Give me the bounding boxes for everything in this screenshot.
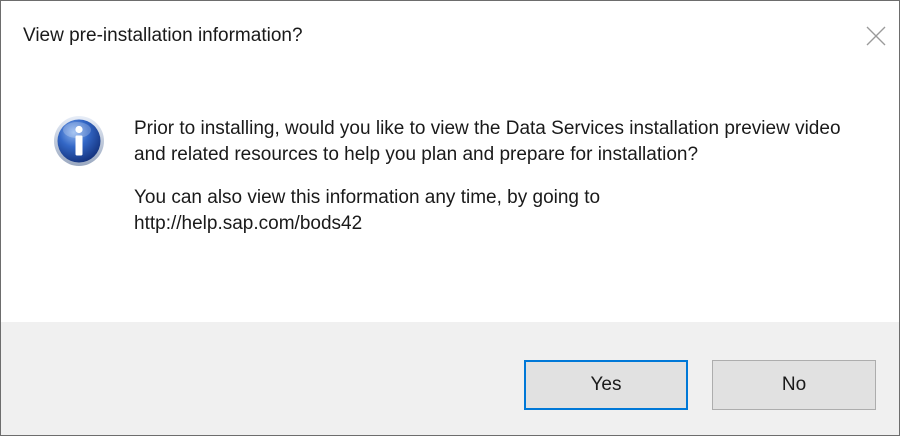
dialog-message: Prior to installing, would you like to v… [134, 116, 854, 237]
dialog-title: View pre-installation information? [23, 25, 303, 46]
close-icon [866, 26, 886, 46]
message-paragraph-1: Prior to installing, would you like to v… [134, 118, 841, 165]
message-paragraph-2: You can also view this information any t… [134, 185, 854, 237]
help-url-text: http://help.sap.com/bods42 [134, 213, 363, 234]
no-button[interactable]: No [712, 360, 876, 410]
dialog-content: Prior to installing, would you like to v… [1, 73, 899, 323]
close-button[interactable] [853, 13, 899, 59]
title-bar: View pre-installation information? [1, 1, 899, 73]
button-bar: Yes No [1, 322, 899, 435]
message-line: You can also view this information any t… [134, 187, 601, 208]
dialog-window: View pre-installation information? Prior… [0, 0, 900, 436]
info-icon [54, 116, 104, 166]
yes-button[interactable]: Yes [524, 360, 688, 410]
